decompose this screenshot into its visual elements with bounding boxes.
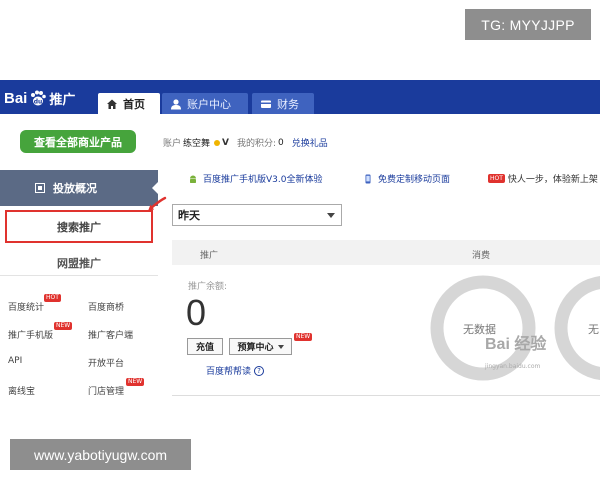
phone-icon: [365, 174, 371, 183]
sidebar-search-label: 搜索推广: [57, 220, 101, 234]
budget-center-label: 预算中心: [237, 343, 274, 353]
tab-home-label: 首页: [123, 97, 145, 111]
sidebar-item-overview[interactable]: 投放概况: [0, 170, 159, 206]
notice-text: 免费定制移动页面: [378, 175, 451, 185]
svg-text:du: du: [34, 99, 43, 106]
red-arrow-annotation-icon: [148, 196, 167, 211]
tool-label: 开放平台: [88, 359, 125, 369]
verified-mark: V: [222, 137, 229, 148]
android-icon: [190, 175, 196, 183]
tool-label: 百度商桥: [88, 303, 125, 313]
new-badge: NEW: [126, 378, 145, 386]
points-value: 0: [278, 137, 284, 148]
tool-label: 推广手机版: [8, 331, 54, 341]
divider: [172, 395, 600, 396]
balance-value: 0: [186, 292, 207, 333]
tool-open-platform[interactable]: 开放平台: [88, 356, 124, 369]
view-all-products-button[interactable]: 查看全部商业产品: [20, 130, 136, 153]
account-label: 账户: [163, 139, 182, 149]
new-badge: NEW: [294, 333, 313, 341]
site-url-overlay: www.yabotiyugw.com: [10, 439, 191, 470]
recharge-button[interactable]: 充值: [187, 338, 223, 355]
account-name: 练空舞: [183, 139, 211, 149]
active-notch: [152, 181, 159, 195]
tool-label: 离线宝: [8, 387, 36, 397]
hot-badge: HOT: [44, 294, 61, 302]
paw-icon: du: [31, 90, 47, 106]
logo-text: Bai: [4, 89, 28, 107]
redeem-gift-link[interactable]: 兑换礼品: [292, 136, 328, 149]
help-link-label: 百度帮帮读: [206, 367, 252, 377]
hot-badge: HOT: [488, 174, 505, 183]
tool-lixianbao[interactable]: 离线宝: [8, 384, 35, 397]
column-spend: 消费: [472, 251, 491, 261]
balance-label: 推广余额:: [188, 282, 228, 292]
tool-mobile-version[interactable]: 推广手机版 NEW: [8, 322, 73, 341]
new-badge: NEW: [54, 322, 73, 330]
baidu-logo[interactable]: Bai du 推广: [4, 87, 75, 109]
tab-account-center[interactable]: 账户中心: [162, 93, 248, 114]
sidebar-item-network-promotion[interactable]: 网盟推广: [0, 250, 158, 276]
tab-finance-label: 财务: [277, 97, 299, 111]
tool-label: 百度统计: [8, 303, 45, 313]
notice-mobile-page[interactable]: 免费定制移动页面: [363, 172, 450, 185]
sidebar-network-label: 网盟推广: [57, 256, 101, 270]
user-icon: [171, 98, 181, 109]
notice-text: 百度推广手机版V3.0全新体验: [203, 175, 323, 185]
tool-baidu-shangqiao[interactable]: 百度商桥: [88, 300, 124, 313]
status-dot-icon: [214, 139, 221, 146]
notice-mobile-app[interactable]: 百度推广手机版V3.0全新体验: [188, 172, 322, 185]
logo-suffix: 推广: [49, 92, 76, 108]
baidu-jingyan-watermark: Bai 经验: [485, 336, 547, 353]
overview-icon: [35, 183, 45, 193]
sidebar-overview-label: 投放概况: [53, 182, 97, 195]
home-icon: [107, 99, 117, 109]
chevron-down-icon: [277, 344, 284, 349]
tool-label: 门店管理: [88, 387, 125, 397]
account-info: 账户 练空舞 V 我的积分: 0 兑换礼品: [163, 136, 328, 150]
baidu-promotion-app: Bai du 推广 首页 账户中心 财务 查看全部商业产品 账户 练空舞 V 我…: [0, 80, 600, 400]
date-select-value: 昨天: [178, 209, 200, 222]
notice-text: 快人一步，体验新上架: [507, 175, 598, 185]
sidebar-item-search-promotion[interactable]: 搜索推广: [5, 210, 153, 243]
top-navigation-bar: Bai du 推广 首页 账户中心 财务: [0, 80, 600, 114]
tool-api[interactable]: API: [8, 356, 22, 366]
column-promotion: 推广: [200, 251, 219, 261]
notice-new-feature[interactable]: HOT 快人一步，体验新上架: [488, 172, 598, 185]
watermark-url: jingyan.baidu.com: [485, 363, 541, 370]
no-data-label-partial: 无: [588, 323, 599, 336]
tool-label: API: [8, 356, 23, 366]
tool-store-management[interactable]: 门店管理 NEW: [88, 378, 145, 397]
tool-baidu-stats[interactable]: 百度统计 HOT: [8, 294, 61, 313]
tg-overlay-label: TG: MYYJJPP: [465, 9, 591, 40]
chevron-down-icon: [327, 213, 335, 218]
points-label: 我的积分:: [237, 139, 277, 149]
tab-finance[interactable]: 财务: [252, 93, 314, 114]
stats-panel-header: 推广 消费: [172, 240, 600, 265]
budget-center-button[interactable]: 预算中心: [229, 338, 292, 355]
wallet-icon: [261, 100, 271, 108]
tab-account-label: 账户中心: [187, 97, 231, 111]
tool-desktop-client[interactable]: 推广客户端: [88, 328, 133, 341]
tool-label: 推广客户端: [88, 331, 134, 341]
date-range-select[interactable]: 昨天: [172, 204, 342, 226]
tab-home[interactable]: 首页: [98, 93, 160, 114]
help-link[interactable]: 百度帮帮读 ?: [206, 364, 265, 377]
question-icon: ?: [254, 365, 265, 376]
